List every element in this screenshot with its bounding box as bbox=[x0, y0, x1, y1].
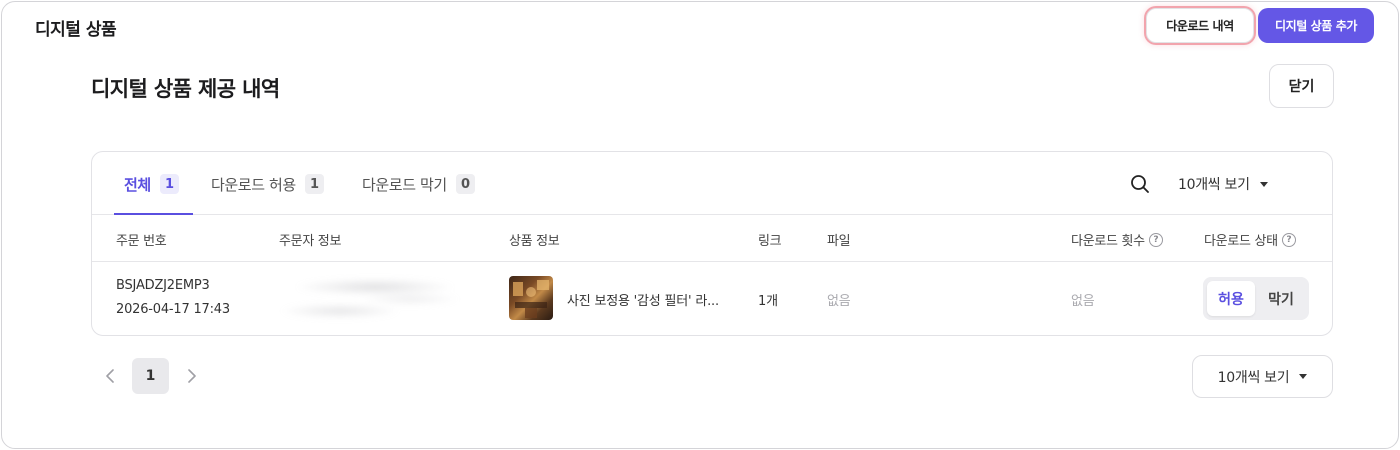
delivery-history-card: 전체 1 다운로드 허용 1 다운로드 막기 0 10개씩 보기 주문 번호 주… bbox=[91, 151, 1333, 336]
allow-download-toggle[interactable]: 허용 bbox=[1207, 281, 1255, 316]
file-value: 없음 bbox=[827, 294, 851, 309]
tab-count-badge: 0 bbox=[455, 174, 475, 194]
order-number: BSJADZJ2EMP3 bbox=[116, 278, 210, 293]
chevron-right-icon[interactable] bbox=[184, 365, 200, 387]
product-name[interactable]: 사진 보정용 '감성 필터' 라... bbox=[567, 290, 719, 309]
help-icon[interactable]: ? bbox=[1281, 232, 1296, 247]
pagination-page-button[interactable]: 1 bbox=[132, 358, 169, 394]
block-download-toggle[interactable]: 막기 bbox=[1257, 281, 1305, 316]
column-header-label: 다운로드 상태 bbox=[1204, 234, 1278, 249]
column-header-label: 다운로드 횟수 bbox=[1071, 234, 1145, 249]
column-header-file: 파일 bbox=[827, 234, 851, 249]
help-icon[interactable]: ? bbox=[1148, 232, 1163, 247]
page-size-dropdown[interactable]: 10개씩 보기 bbox=[1178, 172, 1268, 196]
tab-download-allowed[interactable]: 다운로드 허용 1 bbox=[211, 173, 324, 195]
search-icon[interactable] bbox=[1129, 173, 1151, 195]
close-button[interactable]: 닫기 bbox=[1269, 64, 1334, 108]
page-size-label: 10개씩 보기 bbox=[1178, 177, 1250, 193]
filter-tabs: 전체 1 다운로드 허용 1 다운로드 막기 0 10개씩 보기 bbox=[92, 152, 1332, 215]
order-date: 2026-04-17 17:43 bbox=[116, 302, 230, 317]
app-title: 디지털 상품 bbox=[35, 20, 117, 40]
section-title: 디지털 상품 제공 내역 bbox=[91, 77, 280, 101]
add-digital-product-button[interactable]: 디지털 상품 추가 bbox=[1258, 8, 1374, 43]
column-header-orderer: 주문자 정보 bbox=[279, 234, 342, 249]
table-row[interactable]: BSJADZJ2EMP3 2026-04-17 17:43 사진 보정용 '감성… bbox=[92, 262, 1332, 336]
product-thumbnail bbox=[509, 276, 553, 320]
column-header-download-status: 다운로드 상태 ? bbox=[1204, 230, 1296, 249]
tab-label: 다운로드 막기 bbox=[362, 175, 447, 194]
column-header-link: 링크 bbox=[758, 234, 782, 249]
download-count: 없음 bbox=[1071, 294, 1095, 309]
column-header-download-count: 다운로드 횟수 ? bbox=[1071, 230, 1163, 249]
tab-count-badge: 1 bbox=[159, 174, 179, 194]
download-history-button[interactable]: 다운로드 내역 bbox=[1146, 8, 1254, 43]
tab-count-badge: 1 bbox=[304, 174, 324, 194]
chevron-left-icon[interactable] bbox=[102, 365, 118, 387]
caret-down-icon bbox=[1259, 181, 1268, 187]
tab-download-blocked[interactable]: 다운로드 막기 0 bbox=[362, 173, 475, 195]
page-size-label: 10개씩 보기 bbox=[1217, 369, 1290, 386]
tab-label: 전체 bbox=[124, 175, 151, 194]
download-status-toggle: 허용 막기 bbox=[1203, 277, 1309, 320]
app-window: 디지털 상품 다운로드 내역 디지털 상품 추가 디지털 상품 제공 내역 닫기… bbox=[1, 1, 1399, 449]
column-header-order-no: 주문 번호 bbox=[116, 234, 167, 249]
link-count: 1개 bbox=[758, 294, 778, 309]
column-header-product: 상품 정보 bbox=[509, 234, 560, 249]
tab-label: 다운로드 허용 bbox=[211, 175, 296, 194]
caret-down-icon bbox=[1299, 374, 1308, 379]
page-size-select[interactable]: 10개씩 보기 bbox=[1192, 355, 1333, 398]
orderer-info-redacted bbox=[280, 271, 465, 329]
table-header: 주문 번호 주문자 정보 상품 정보 링크 파일 다운로드 횟수 ? 다운로드 … bbox=[92, 215, 1332, 262]
tab-all[interactable]: 전체 1 bbox=[124, 173, 179, 195]
